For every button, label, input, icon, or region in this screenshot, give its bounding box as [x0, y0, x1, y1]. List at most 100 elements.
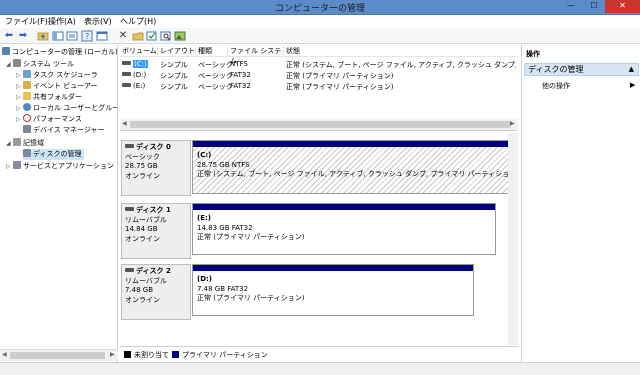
volume-type: ベーシック: [198, 72, 233, 80]
disk-label[interactable]: ディスク 1 リムーバブル 14.84 GB オンライン: [121, 203, 191, 259]
collapse-icon[interactable]: ◢: [6, 59, 13, 70]
tree-item-storage[interactable]: ◢ 記憶域: [6, 138, 44, 149]
list-view-icon[interactable]: [66, 30, 78, 42]
action-more-actions[interactable]: 他の操作: [542, 81, 570, 91]
submenu-arrow-icon[interactable]: ▶: [630, 81, 635, 89]
disk-vertical-scrollbar[interactable]: [508, 133, 518, 345]
disk-label[interactable]: ディスク 0 ベーシック 28.75 GB オンライン: [121, 140, 191, 196]
tree-label: 共有フォルダー: [33, 93, 82, 101]
partition-size-fs: 14.83 GB FAT32: [197, 223, 253, 232]
column-filesystem[interactable]: ファイル システム: [228, 46, 284, 65]
scroll-right-icon[interactable]: ▶: [510, 120, 515, 127]
disk-label[interactable]: ディスク 2 リムーバブル 7.48 GB オンライン: [121, 264, 191, 320]
menu-action[interactable]: 操作(A): [48, 16, 76, 27]
disk-size: 28.75 GB: [125, 162, 158, 170]
volume-icon: [122, 72, 131, 76]
volume-icon: [122, 83, 131, 87]
legend-primary-swatch: [172, 351, 179, 358]
column-status[interactable]: 状態: [284, 46, 518, 57]
disk-icon: [125, 144, 134, 148]
users-icon: [23, 103, 31, 111]
tree-item-disk-management[interactable]: ディスクの管理: [23, 149, 84, 160]
scrollbar-thumb[interactable]: [10, 352, 105, 359]
scroll-left-icon[interactable]: ◀: [2, 351, 7, 358]
collapse-up-icon[interactable]: ▲: [629, 64, 634, 75]
svg-text:?: ?: [85, 32, 89, 41]
tree-label: システム ツール: [23, 60, 75, 68]
column-layout[interactable]: レイアウト: [158, 46, 196, 57]
maximize-button[interactable]: ☐: [584, 0, 604, 13]
navigation-tree: コンピューターの管理 (ローカル) ◢ システム ツール ▷ タスク スケジューラ …: [0, 45, 118, 362]
tree-label: 記憶域: [23, 139, 44, 147]
column-volume[interactable]: ボリューム: [120, 46, 158, 57]
partition-info: (D:) 7.48 GB FAT32 正常 (プライマリ パーティション): [197, 275, 305, 304]
check-icon[interactable]: [146, 30, 158, 42]
action-pane-title: 操作: [526, 50, 540, 58]
tree-item-shared-folders[interactable]: ▷ 共有フォルダー: [16, 92, 82, 103]
partition-status: 正常 (システム, ブート, ページ ファイル, アクティブ, クラッシュ ダン…: [197, 170, 518, 178]
help-icon[interactable]: ?: [81, 30, 93, 42]
tree-item-event-viewer[interactable]: ▷ イベント ビューアー: [16, 81, 98, 92]
column-type[interactable]: 種類: [196, 46, 228, 57]
task-scheduler-icon: [23, 70, 31, 78]
minimize-button[interactable]: —: [560, 0, 582, 13]
tree-item-services-apps[interactable]: ▷ サービスとアプリケーション: [6, 161, 114, 172]
disk-name: ディスク 2: [136, 267, 171, 275]
expand-icon[interactable]: ▷: [16, 81, 23, 92]
partition-block[interactable]: (E:) 14.83 GB FAT32 正常 (プライマリ パーティション): [192, 203, 496, 255]
volume-row[interactable]: (E:) シンプル ベーシック FAT32 正常 (プライマリ パーティション): [120, 81, 518, 92]
up-folder-icon[interactable]: [37, 30, 49, 42]
disk-row: ディスク 0 ベーシック 28.75 GB オンライン (C:) 28.75 G…: [120, 140, 518, 200]
close-button[interactable]: ✕: [605, 0, 640, 13]
tree-item-performance[interactable]: ▷ パフォーマンス: [16, 114, 82, 125]
scrollbar-thumb[interactable]: [130, 121, 510, 128]
partition-block[interactable]: (D:) 7.48 GB FAT32 正常 (プライマリ パーティション): [192, 264, 474, 316]
delete-icon[interactable]: ✕: [117, 30, 129, 42]
volume-row[interactable]: (D:) シンプル ベーシック FAT32 正常 (プライマリ パーティション): [120, 70, 518, 81]
tree-item-device-manager[interactable]: デバイス マネージャー: [23, 125, 105, 136]
scroll-left-icon[interactable]: ◀: [122, 120, 127, 127]
partition-size-fs: 28.75 GB NTFS: [197, 160, 250, 169]
menu-file[interactable]: ファイル(F): [5, 16, 48, 27]
show-hide-tree-icon[interactable]: [52, 30, 64, 42]
volume-fs: NTFS: [230, 60, 248, 68]
expand-icon[interactable]: ▷: [16, 103, 23, 114]
search-icon[interactable]: [160, 30, 172, 42]
volume-list-header: ボリューム レイアウト 種類 ファイル システム 状態: [120, 45, 518, 65]
volume-horizontal-scrollbar[interactable]: ◀ ▶: [120, 119, 518, 130]
tree-item-system-tools[interactable]: ◢ システム ツール: [6, 59, 74, 70]
expand-icon[interactable]: ▷: [16, 92, 23, 103]
volume-status: 正常 (システム, ブート, ページ ファイル, アクティブ, クラッシュ ダン…: [286, 61, 516, 69]
volume-row[interactable]: (C:) シンプル ベーシック NTFS 正常 (システム, ブート, ページ …: [120, 59, 518, 70]
event-viewer-icon: [23, 81, 31, 89]
status-bar: [0, 362, 640, 375]
disk-name: ディスク 1: [136, 206, 171, 214]
title-bar: コンピューターの管理 — ☐ ✕: [0, 0, 640, 15]
image-icon[interactable]: [174, 30, 186, 42]
action-group-disk-management[interactable]: ディスクの管理 ▲: [524, 63, 639, 76]
expand-icon[interactable]: ▷: [16, 70, 23, 81]
disk-type: リムーバブル: [125, 215, 167, 224]
forward-icon[interactable]: ➡: [17, 30, 29, 42]
open-icon[interactable]: [132, 30, 144, 42]
partition-block[interactable]: (C:) 28.75 GB NTFS 正常 (システム, ブート, ページ ファ…: [192, 140, 518, 194]
scroll-right-icon[interactable]: ▶: [110, 351, 115, 358]
partition-status: 正常 (プライマリ パーティション): [197, 294, 305, 302]
storage-icon: [13, 138, 21, 146]
tree-horizontal-scrollbar[interactable]: ◀ ▶: [0, 349, 118, 361]
volume-fs: FAT32: [230, 71, 251, 79]
tree-item-task-scheduler[interactable]: ▷ タスク スケジューラ: [16, 70, 98, 81]
tree-label: サービスとアプリケーション: [23, 162, 114, 170]
expand-icon[interactable]: ▷: [6, 161, 13, 172]
menu-help[interactable]: ヘルプ(H): [120, 16, 156, 27]
menu-view[interactable]: 表示(V): [84, 16, 112, 27]
tree-item-local-users[interactable]: ▷ ローカル ユーザーとグループ: [16, 103, 117, 114]
collapse-icon[interactable]: ◢: [6, 138, 13, 149]
legend-primary-label: プライマリ パーティション: [182, 351, 268, 359]
expand-icon[interactable]: ▷: [16, 114, 23, 125]
tree-label: デバイス マネージャー: [33, 126, 105, 134]
properties-icon[interactable]: [96, 30, 108, 42]
disk-row: ディスク 1 リムーバブル 14.84 GB オンライン (E:) 14.83 …: [120, 203, 518, 261]
tree-item-computer-management[interactable]: コンピューターの管理 (ローカル): [2, 47, 117, 58]
back-icon[interactable]: ⬅: [3, 30, 15, 42]
